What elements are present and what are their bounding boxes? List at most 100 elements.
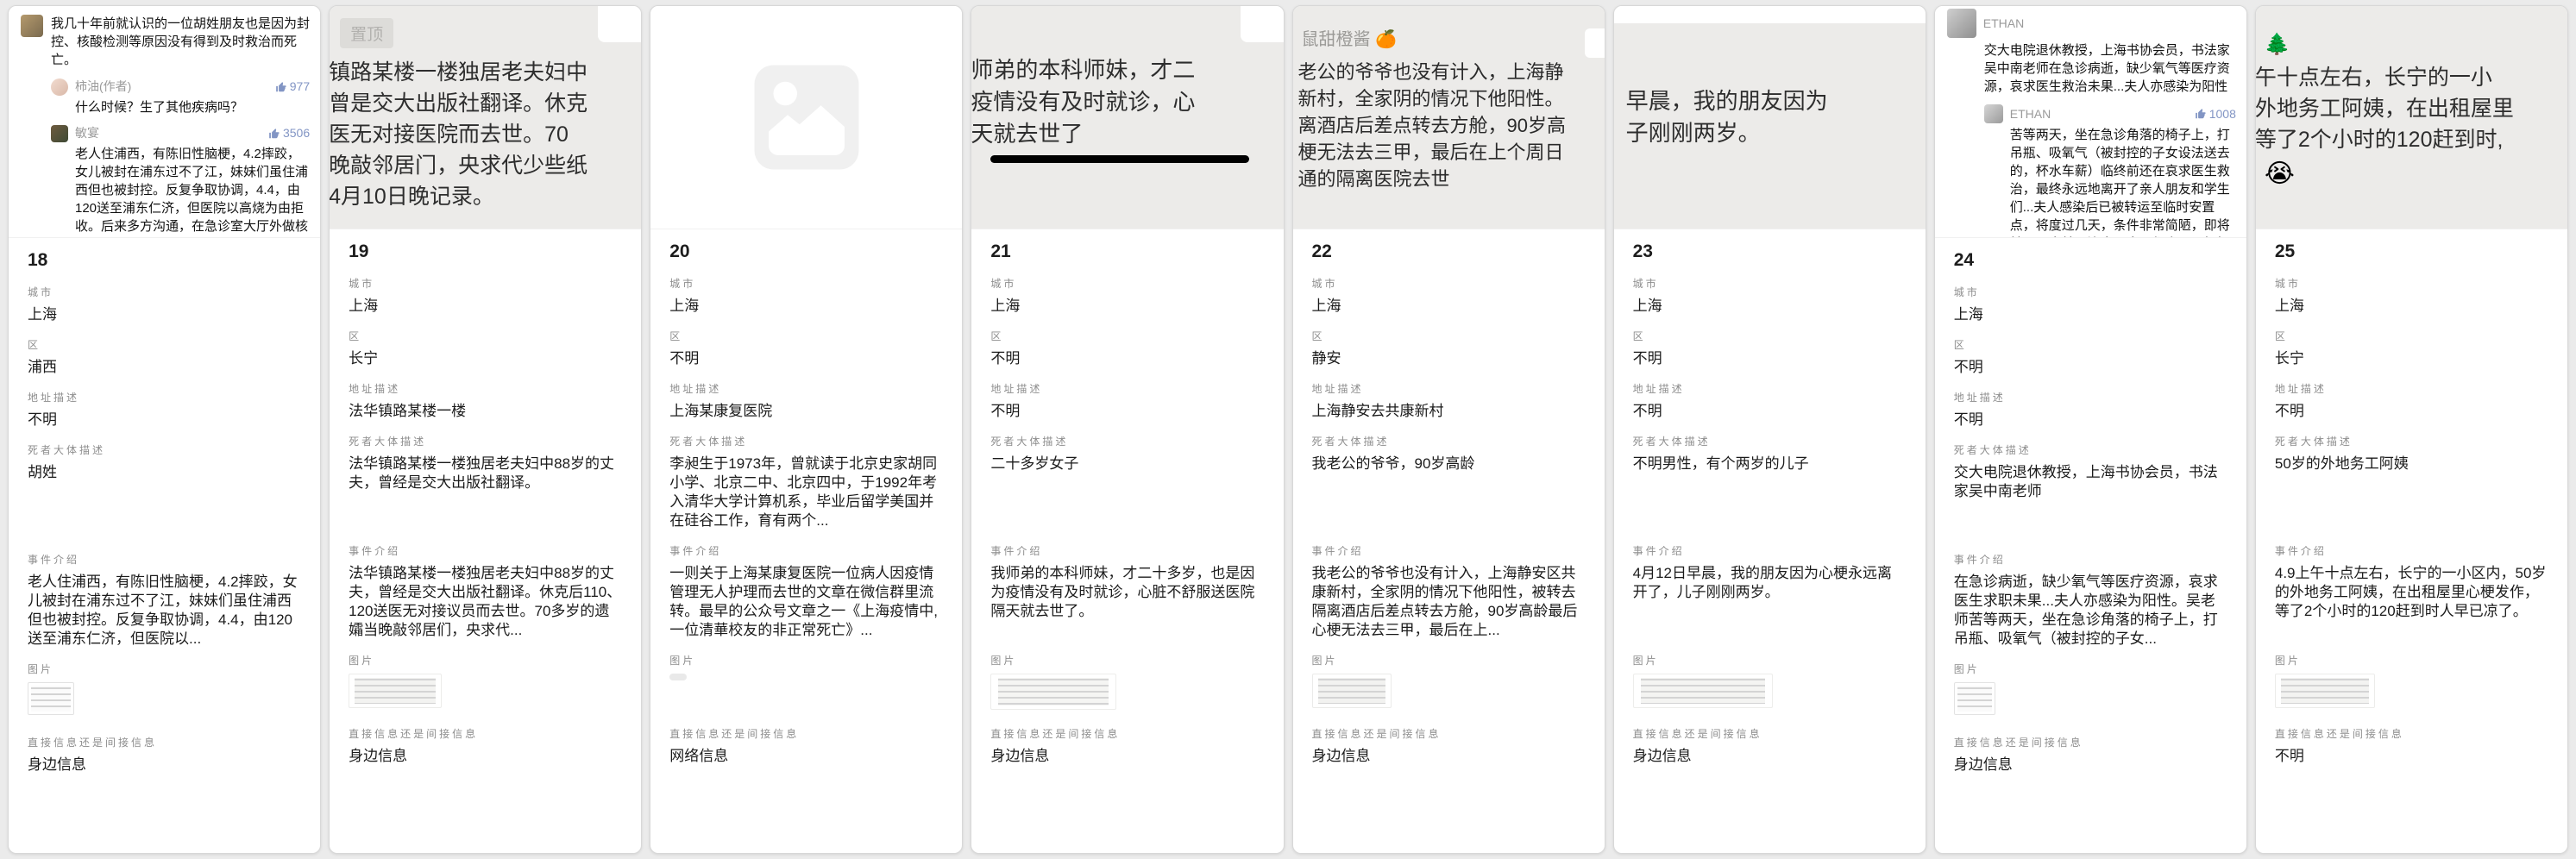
image-thumbnail[interactable] [2275, 674, 2375, 708]
avatar [51, 125, 68, 142]
media-screenshot: 鼠甜橙酱 🍊 老公的爷爷也没有计入，上海静 新村，全家阴的情况下他阳性。 离酒店… [1293, 6, 1605, 229]
district-label: 区 [2275, 329, 2548, 343]
direct-value: 身边信息 [1954, 756, 2227, 774]
image-placeholder-icon [750, 60, 864, 174]
case-card-grid: 我几十年前就认识的一位胡姓朋友也是因为封控、核酸检测等原因没有得到及时救治而死亡… [0, 0, 2576, 859]
screenshot-corner [1585, 28, 1605, 58]
event-label: 事件介绍 [1633, 543, 1907, 558]
crying-emoji: 😭 [2265, 159, 2567, 189]
direct-value: 网络信息 [669, 747, 943, 766]
case-card[interactable]: 鼠甜橙酱 🍊 老公的爷爷也没有计入，上海静 新村，全家阴的情况下他阳性。 离酒店… [1292, 5, 1605, 854]
victim-value: 交大电院退休教授，上海书协会员，书法家吴中南老师 [1954, 463, 2227, 539]
city-value: 上海 [1633, 297, 1907, 316]
commenter-name: 柿油(作者) [75, 78, 131, 96]
card-number: 18 [28, 250, 301, 271]
image-thumbnail[interactable] [349, 674, 442, 708]
case-card[interactable]: 20 城市上海 区不明 地址描述上海某康复医院 死者大体描述李昶生于1973年，… [650, 5, 963, 854]
like-count: 977 [275, 78, 310, 96]
case-card[interactable]: 早晨，我的朋友因为 子刚刚两岁。 23 城市上海 区不明 地址描述不明 死者大体… [1613, 5, 1926, 854]
event-label: 事件介绍 [669, 543, 943, 558]
city-label: 城市 [669, 276, 943, 291]
thumbs-up-icon [268, 128, 280, 140]
image-thumbnail[interactable] [1312, 674, 1392, 708]
event-label: 事件介绍 [28, 552, 301, 567]
card-number: 20 [669, 241, 943, 262]
headline-line: 医无对接医院而去世。70 [330, 119, 641, 150]
screenshot-top-strip [1614, 6, 1926, 23]
image-label: 图片 [1312, 653, 1586, 668]
city-label: 城市 [349, 276, 622, 291]
card-number: 23 [1633, 241, 1907, 262]
case-card[interactable]: 置顶 镇路某楼一楼独居老夫妇中 曾是交大出版社翻译。休克 医无对接医院而去世。7… [329, 5, 642, 854]
case-card[interactable]: 🌲 午十点左右，长宁的一小 外地务工阿姨，在出租屋里 等了2个小时的120赶到时… [2255, 5, 2568, 854]
city-value: 上海 [349, 297, 622, 316]
screenshot-corner [1241, 6, 1284, 42]
headline-line: 等了2个小时的120赶到时, [2256, 124, 2567, 155]
direct-value: 身边信息 [28, 756, 301, 774]
address-label: 地址描述 [28, 390, 301, 404]
address-label: 地址描述 [1633, 381, 1907, 396]
direct-value: 身边信息 [1633, 747, 1907, 766]
image-thumbnail[interactable] [1954, 682, 1995, 715]
media-screenshot: 我几十年前就认识的一位胡姓朋友也是因为封控、核酸检测等原因没有得到及时救治而死亡… [9, 6, 320, 238]
direct-label: 直接信息还是间接信息 [1633, 726, 1907, 741]
case-card[interactable]: 师弟的本科师妹，才二 疫情没有及时就诊，心 天就去世了 21 城市上海 区不明 … [971, 5, 1284, 854]
thumbs-up-icon [2195, 108, 2207, 120]
image-thumbnail[interactable] [1633, 674, 1773, 708]
media-screenshot: 师弟的本科师妹，才二 疫情没有及时就诊，心 天就去世了 [971, 6, 1283, 229]
district-label: 区 [669, 329, 943, 343]
headline-line: 师弟的本科师妹，才二 [971, 54, 1283, 86]
city-value: 上海 [2275, 297, 2548, 316]
case-card[interactable]: ETHAN 交大电院退休教授，上海书协会员，书法家吴中南老师在急诊病逝，缺少氧气… [1934, 5, 2247, 854]
district-value: 不明 [990, 349, 1264, 368]
avatar [51, 78, 68, 96]
address-label: 地址描述 [2275, 381, 2548, 396]
pinned-badge: 置顶 [340, 18, 393, 48]
comment-text: 苦等两天，坐在急诊角落的椅子上，打吊瓶、吸氧气（被封控的子女设法送去的，杯水车薪… [2010, 126, 2236, 238]
post-text: 我几十年前就认识的一位胡姓朋友也是因为封控、核酸检测等原因没有得到及时救治而死亡… [51, 15, 310, 69]
avatar [1984, 104, 2003, 123]
event-value: 我老公的爷爷也没有计入，上海静安区共康新村，全家阴的情况下他阳性，被转去隔离酒店… [1312, 564, 1586, 640]
avatar [1947, 9, 1976, 38]
victim-label: 死者大体描述 [2275, 434, 2548, 448]
victim-value: 胡姓 [28, 463, 301, 539]
city-value: 上海 [669, 297, 943, 316]
headline-line: 晚敲邻居门，央求代少些纸 [330, 150, 641, 181]
image-thumbnail[interactable] [990, 674, 1116, 710]
district-label: 区 [1633, 329, 1907, 343]
city-value: 上海 [28, 305, 301, 324]
headline-line: 午十点左右，长宁的一小 [2256, 62, 2567, 93]
post-line: 新村，全家阴的情况下他阳性。 [1298, 85, 1605, 112]
district-value: 长宁 [349, 349, 622, 368]
event-label: 事件介绍 [1954, 552, 2227, 567]
comment-text: 老人住浦西，有陈旧性脑梗，4.2摔跤，女儿被封在浦东过不了江，妹妹们虽住浦西但也… [75, 145, 310, 238]
event-value: 在急诊病逝，缺少氧气等医疗资源，哀求医生求职未果...夫人亦感染为阳性。吴老师苦… [1954, 573, 2227, 649]
image-thumbnail[interactable] [669, 674, 687, 680]
address-value: 不明 [28, 411, 301, 430]
headline-line: 天就去世了 [971, 118, 1283, 150]
event-value: 一则关于上海某康复医院一位病人因疫情管理无人护理而去世的文章在微信群里流转。最早… [669, 564, 943, 640]
commenter-name: ETHAN [1983, 15, 2024, 33]
district-value: 不明 [1954, 358, 2227, 377]
district-value: 不明 [669, 349, 943, 368]
city-label: 城市 [1633, 276, 1907, 291]
comment-text: 什么时候？生了其他疾病吗？ [75, 98, 310, 116]
media-screenshot: ETHAN 交大电院退休教授，上海书协会员，书法家吴中南老师在急诊病逝，缺少氧气… [1935, 6, 2246, 238]
victim-label: 死者大体描述 [28, 442, 301, 457]
like-count: 3506 [268, 124, 310, 142]
censor-bar [990, 155, 1249, 163]
address-label: 地址描述 [990, 381, 1264, 396]
victim-label: 死者大体描述 [990, 434, 1264, 448]
post-line: 梗无法去三甲，最后在上个周日 [1298, 139, 1605, 166]
address-value: 不明 [2275, 402, 2548, 421]
district-value: 静安 [1312, 349, 1586, 368]
victim-value: 50岁的外地务工阿姨 [2275, 455, 2548, 530]
victim-value: 不明男性，有个两岁的儿子 [1633, 455, 1907, 530]
address-value: 不明 [1954, 411, 2227, 430]
case-card[interactable]: 我几十年前就认识的一位胡姓朋友也是因为封控、核酸检测等原因没有得到及时救治而死亡… [8, 5, 321, 854]
direct-label: 直接信息还是间接信息 [1312, 726, 1586, 741]
card-number: 25 [2275, 241, 2548, 262]
image-thumbnail[interactable] [28, 682, 74, 715]
card-number: 21 [990, 241, 1264, 262]
card-number: 24 [1954, 250, 2227, 271]
